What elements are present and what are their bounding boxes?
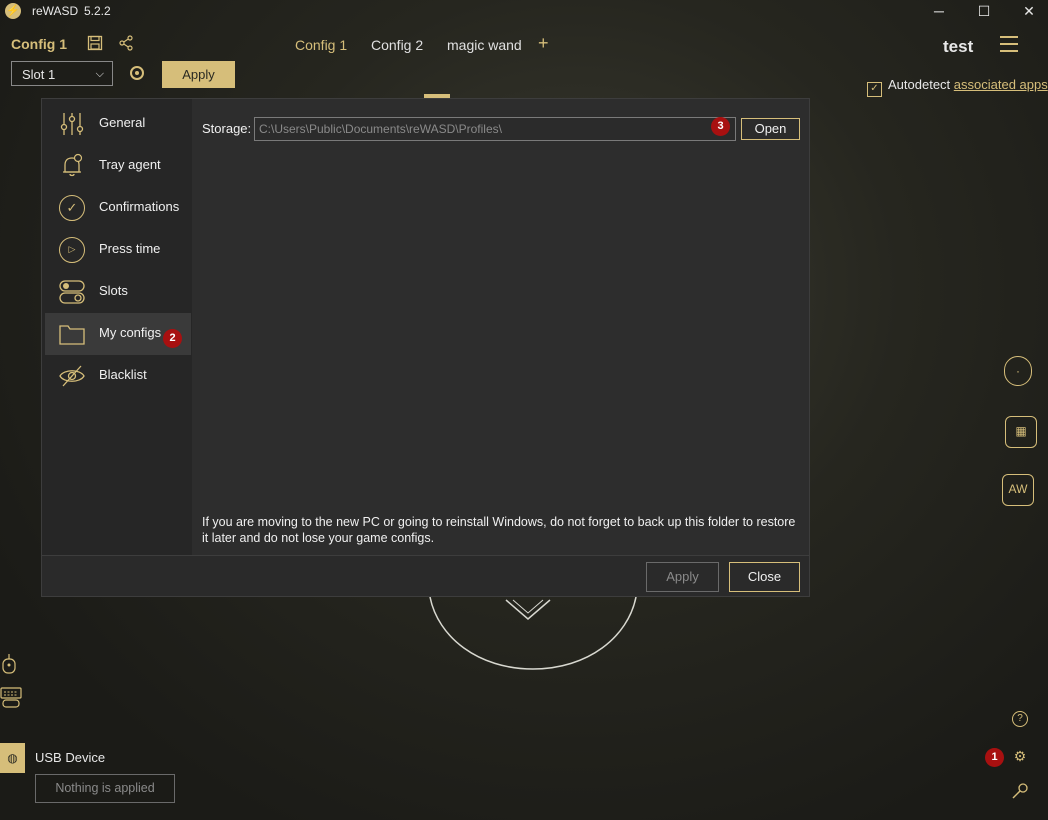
sidebar-item-my-configs[interactable]: My configs 2 xyxy=(45,313,191,355)
keyboard-device-icon[interactable] xyxy=(0,686,22,708)
bell-icon xyxy=(59,153,85,179)
eye-slash-icon xyxy=(59,363,85,389)
hamburger-menu-icon[interactable] xyxy=(1000,36,1018,52)
gear-icon[interactable]: ⚙ xyxy=(1011,747,1029,765)
save-icon[interactable] xyxy=(87,35,103,54)
sidebar-item-label: General xyxy=(99,115,146,130)
associated-apps-link[interactable]: associated apps xyxy=(954,77,1048,92)
mouse-icon[interactable]: · xyxy=(1004,356,1032,386)
wrench-icon[interactable] xyxy=(1011,782,1029,800)
storage-label: Storage: xyxy=(202,121,252,136)
keypad-icon[interactable]: ▦ xyxy=(1005,416,1037,448)
settings-dialog: General Tray agent ✓ Confirmations ▷ Pre… xyxy=(41,98,810,597)
apply-button[interactable]: Apply xyxy=(162,61,235,88)
autodetect-row: ✓ Autodetect associated apps xyxy=(867,77,1048,97)
usb-device-icon[interactable]: ◍ xyxy=(0,743,25,773)
autodetect-checkbox[interactable]: ✓ xyxy=(867,82,882,97)
sliders-icon xyxy=(59,111,85,137)
config-title: Config 1 xyxy=(11,36,67,52)
step-badge-1: 1 xyxy=(985,748,1004,767)
sidebar-item-label: Confirmations xyxy=(99,199,180,214)
controller-outline xyxy=(429,597,637,670)
toggles-icon xyxy=(59,279,85,305)
slot-select-value: Slot 1 xyxy=(22,67,56,82)
sidebar-item-press-time[interactable]: ▷ Press time xyxy=(45,229,191,271)
sidebar-item-label: My configs xyxy=(99,325,162,340)
app-name: reWASD xyxy=(32,4,79,18)
add-config-button[interactable]: + xyxy=(538,33,549,54)
sidebar-item-confirmations[interactable]: ✓ Confirmations xyxy=(45,187,191,229)
help-icon[interactable]: ? xyxy=(1012,711,1028,727)
minimize-button[interactable]: ─ xyxy=(917,0,961,22)
sidebar-item-label: Press time xyxy=(99,241,161,256)
profile-name[interactable]: test xyxy=(943,37,973,57)
sidebar-item-tray-agent[interactable]: Tray agent xyxy=(45,145,191,187)
check-circle-icon: ✓ xyxy=(59,195,85,221)
sidebar-item-general[interactable]: General xyxy=(45,103,191,145)
dialog-close-button[interactable]: Close xyxy=(729,562,800,592)
sidebar-item-label: Tray agent xyxy=(99,157,161,172)
tab-magic-wand[interactable]: magic wand xyxy=(447,37,522,53)
sidebar-item-slots[interactable]: Slots xyxy=(45,271,191,313)
tab-config-2[interactable]: Config 2 xyxy=(371,37,423,53)
sidebar-item-label: Slots xyxy=(99,283,128,298)
sidebar-item-blacklist[interactable]: Blacklist xyxy=(45,355,191,397)
autodetect-label: Autodetect xyxy=(888,77,951,92)
slot-select[interactable]: Slot 1 ⌵ xyxy=(11,61,113,86)
step-badge-3: 3 xyxy=(711,117,730,136)
settings-sidebar: General Tray agent ✓ Confirmations ▷ Pre… xyxy=(42,99,192,555)
dialog-apply-button[interactable]: Apply xyxy=(646,562,719,592)
gamepad-device-icon[interactable] xyxy=(0,653,20,675)
storage-path-field[interactable]: C:\Users\Public\Documents\reWASD\Profile… xyxy=(254,117,736,141)
tab-config-1[interactable]: Config 1 xyxy=(295,37,347,53)
share-icon[interactable] xyxy=(118,35,134,54)
chevron-down-icon: ⌵ xyxy=(95,68,104,80)
sidebar-item-label: Blacklist xyxy=(99,367,147,382)
app-logo-icon: ⚡ xyxy=(5,3,21,19)
close-window-button[interactable]: ✕ xyxy=(1007,0,1048,22)
backup-hint-text: If you are moving to the new PC or going… xyxy=(202,515,796,545)
device-status: Nothing is applied xyxy=(35,774,175,803)
device-name: USB Device xyxy=(35,750,106,765)
target-icon[interactable] xyxy=(130,66,144,80)
title-bar: ⚡ reWASD 5.2.2 ─ ☐ ✕ xyxy=(0,0,1048,22)
app-version: 5.2.2 xyxy=(84,4,111,18)
stopwatch-icon: ▷ xyxy=(59,237,85,263)
open-folder-button[interactable]: Open xyxy=(741,118,800,140)
step-badge-2: 2 xyxy=(163,329,182,348)
keyboard-aw-icon[interactable]: AW xyxy=(1002,474,1034,506)
maximize-button[interactable]: ☐ xyxy=(962,0,1006,22)
folder-icon xyxy=(59,321,85,347)
